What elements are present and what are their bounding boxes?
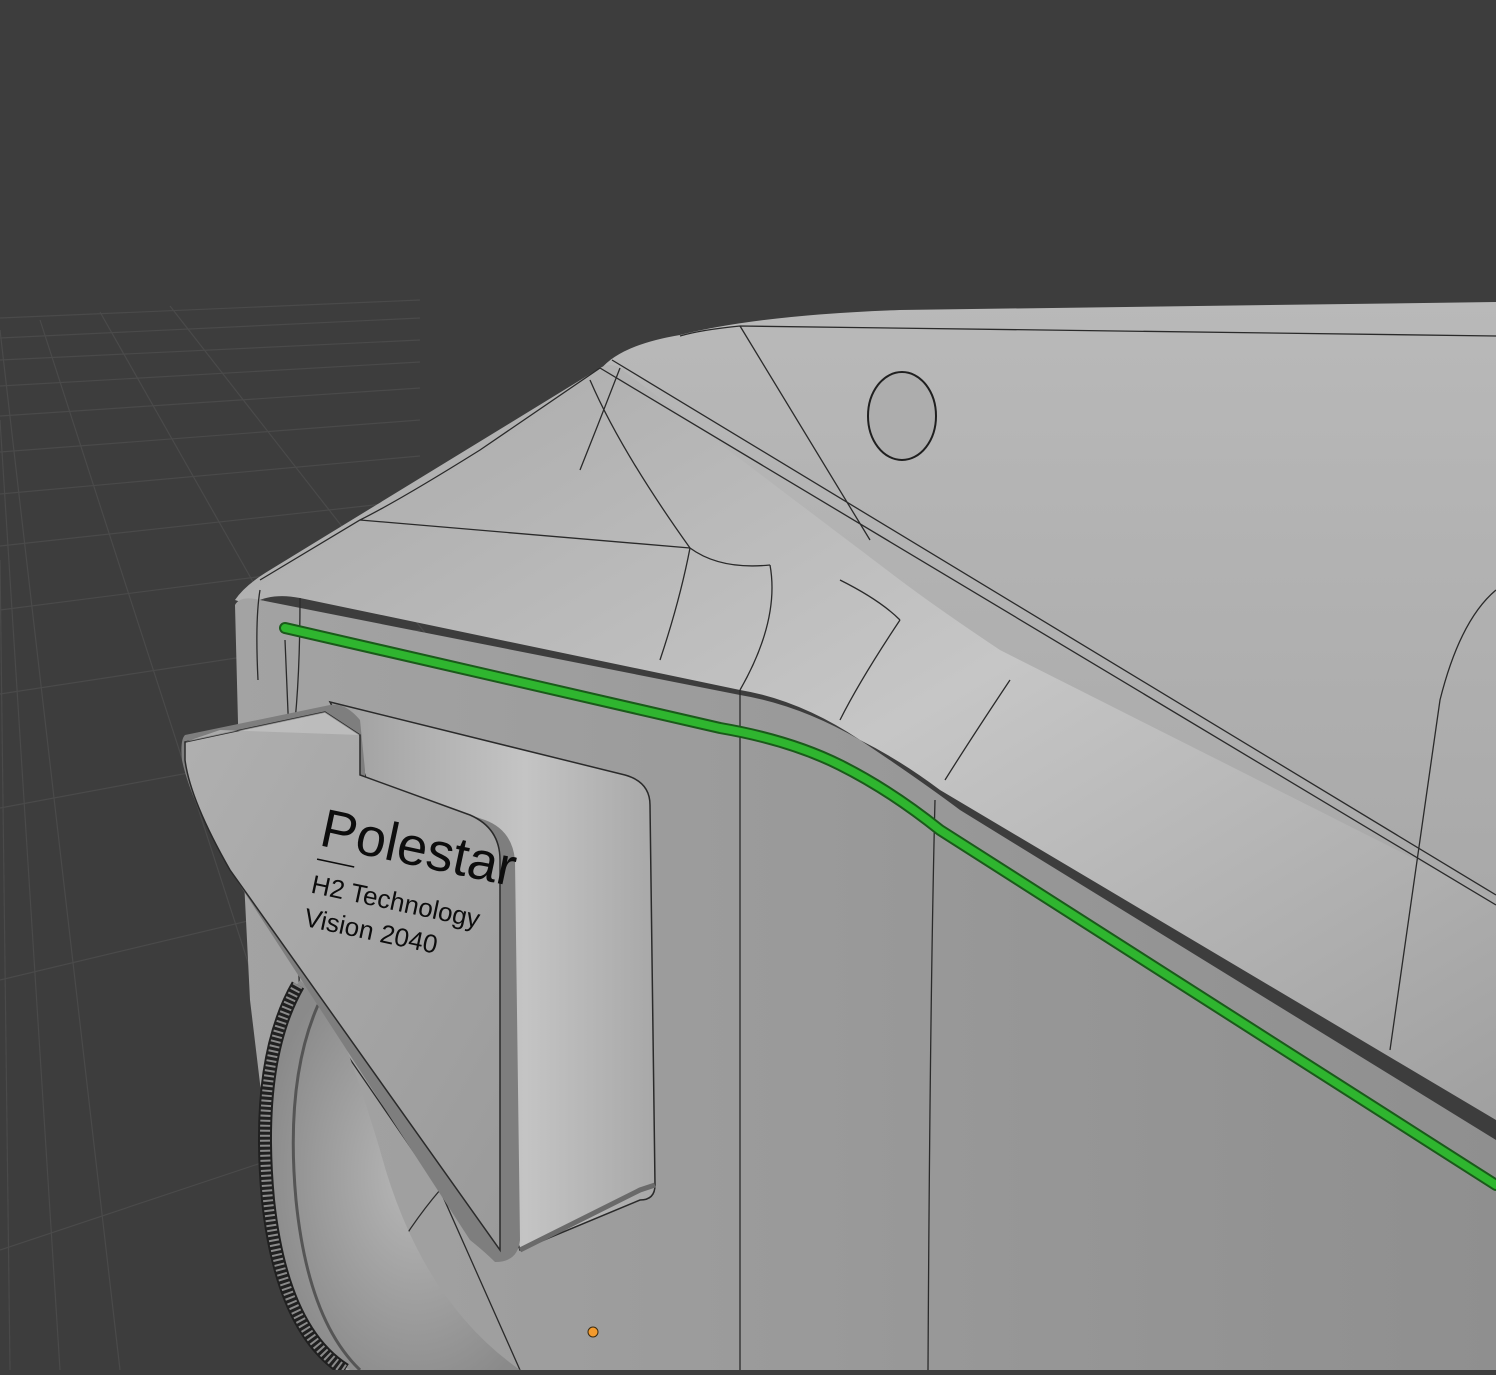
3d-viewport[interactable]: Polestar H2 Technology Vision 2040: [0, 0, 1496, 1375]
object-origin-icon[interactable]: [587, 1326, 599, 1338]
roof-sensor-hole: [867, 371, 937, 461]
